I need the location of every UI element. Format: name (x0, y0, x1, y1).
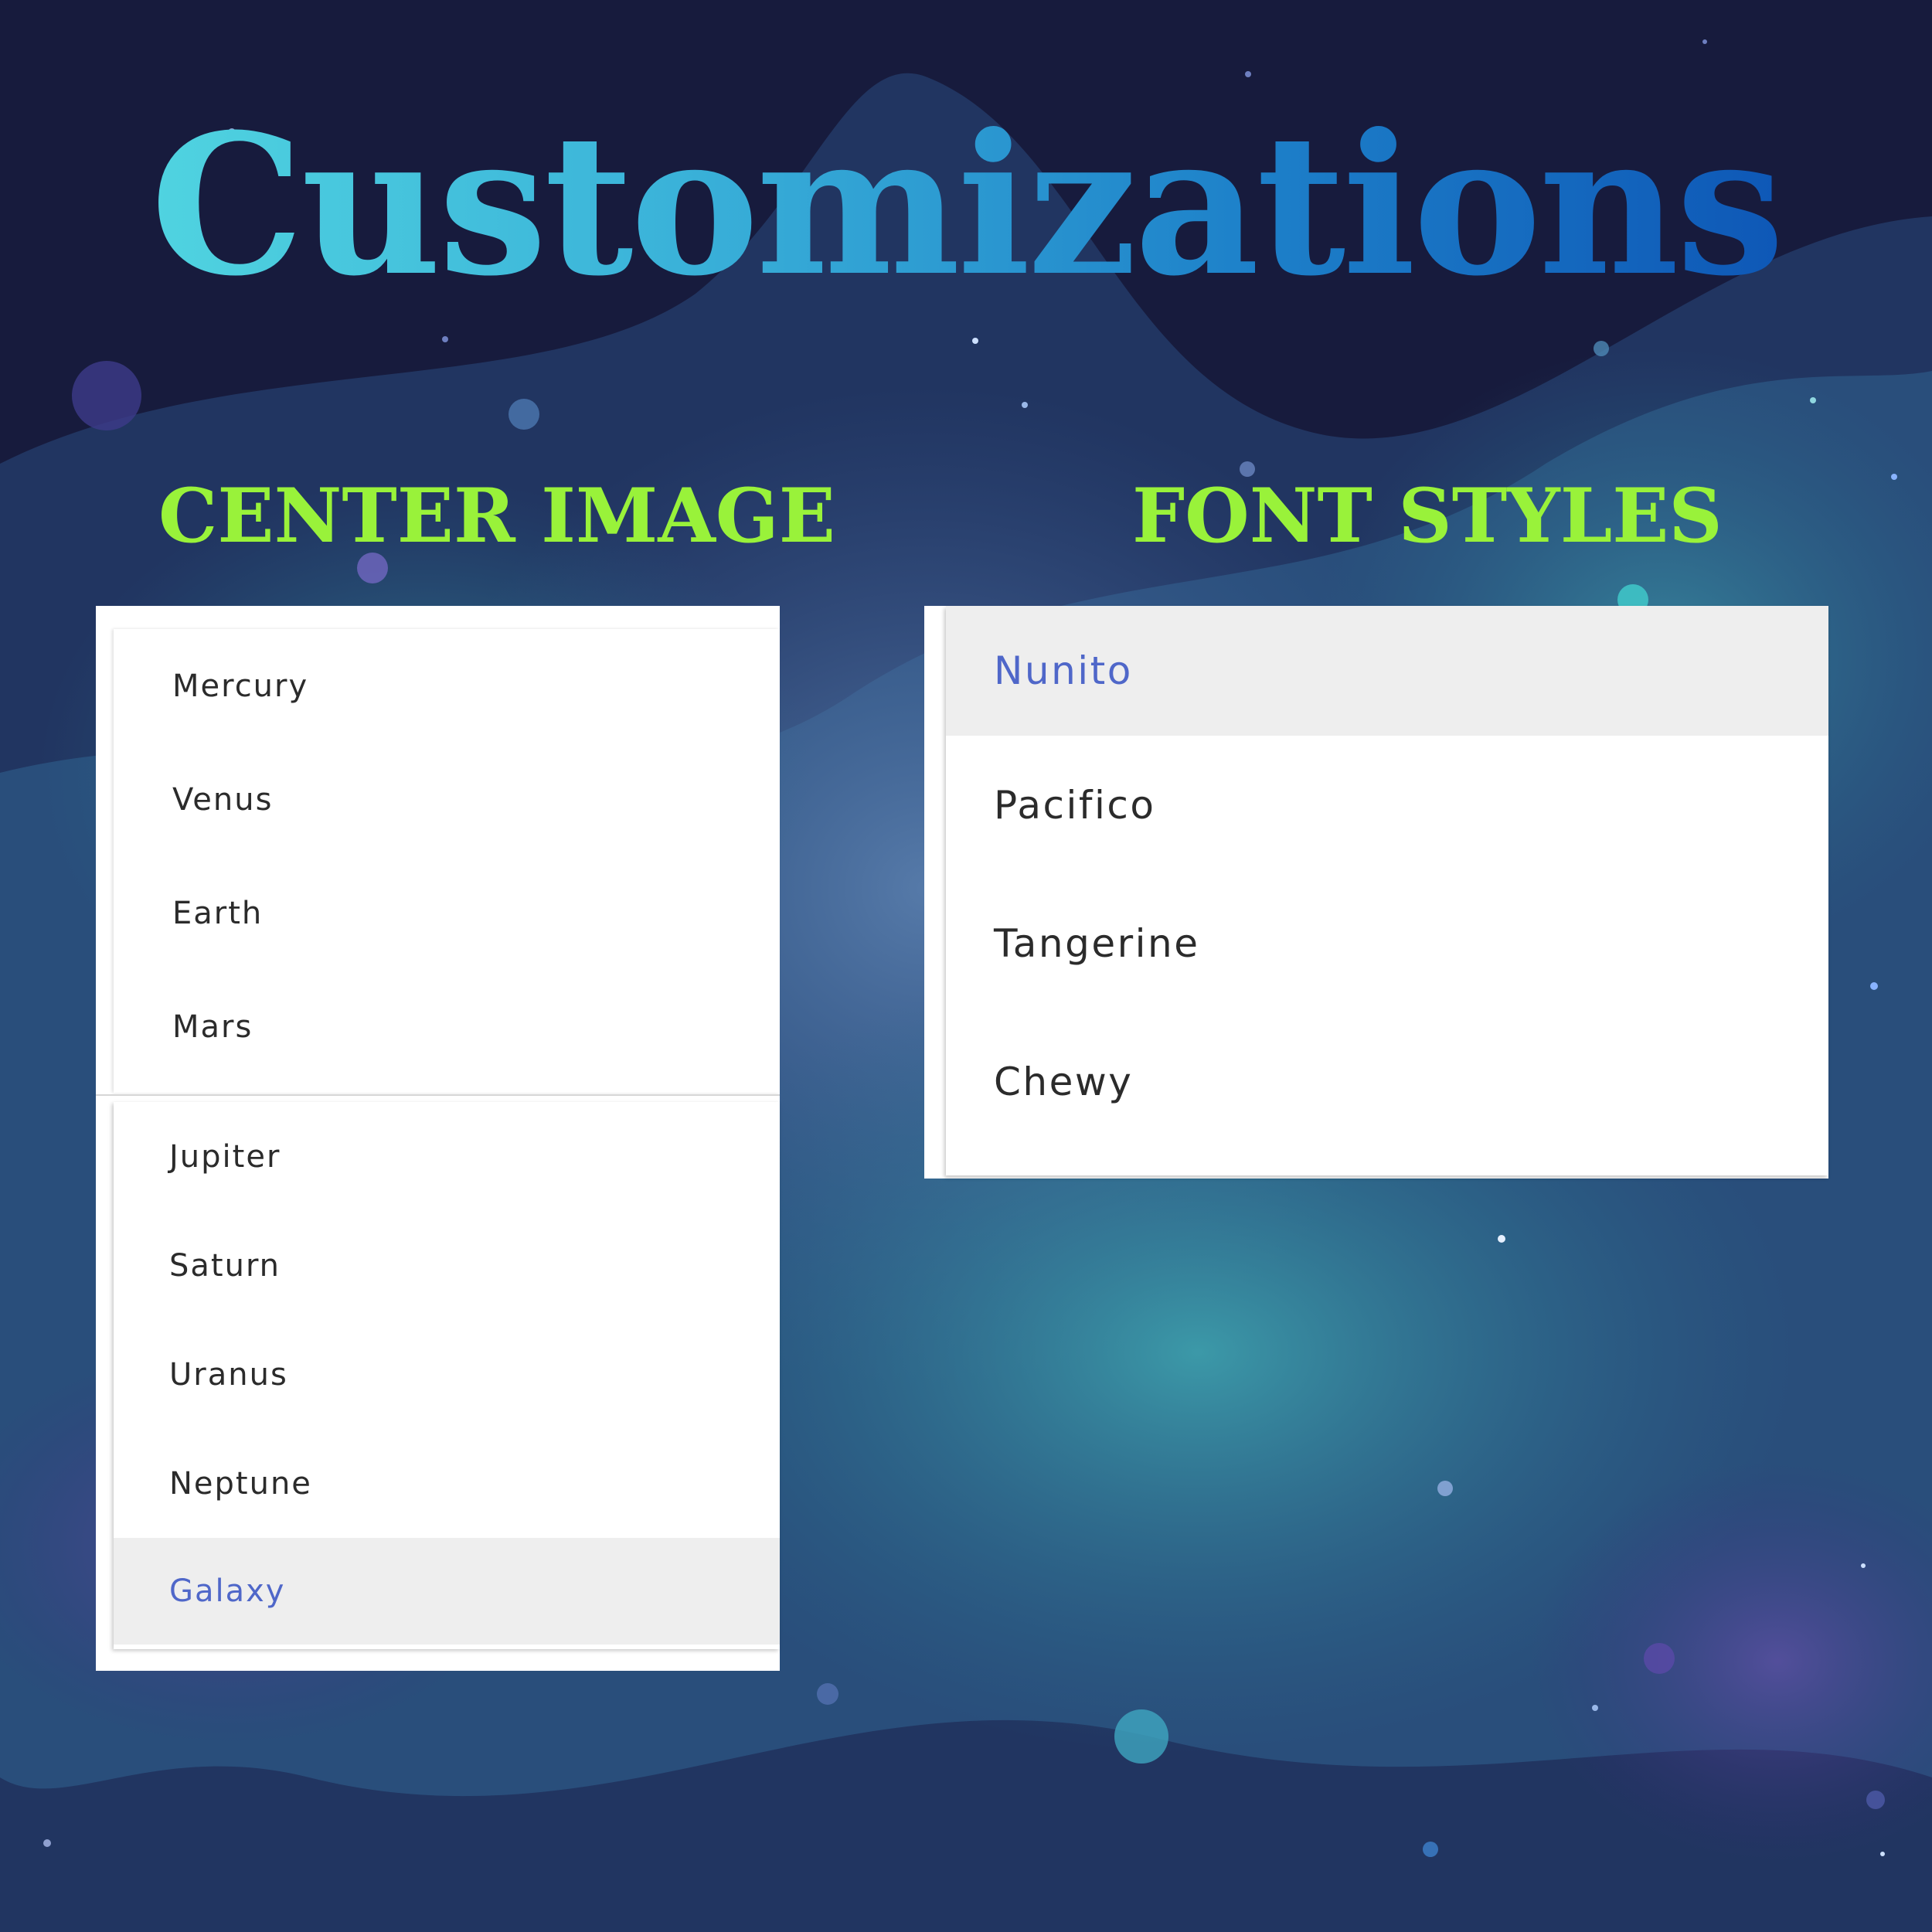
font-styles-panel: Nunito Pacifico Tangerine Chewy (924, 606, 1828, 1179)
menu-item-chewy[interactable]: Chewy (946, 1012, 1828, 1151)
menu-item-nunito[interactable]: Nunito (946, 606, 1828, 736)
font-styles-heading: FONT STYLES (1132, 472, 1723, 560)
page-title: Customizations (0, 108, 1932, 301)
menu-item-mercury[interactable]: Mercury (114, 629, 780, 743)
center-image-menu-bottom: Jupiter Saturn Uranus Neptune Galaxy (114, 1102, 780, 1649)
menu-item-pacifico[interactable]: Pacifico (946, 736, 1828, 874)
menu-item-tangerine[interactable]: Tangerine (946, 874, 1828, 1012)
center-image-heading: CENTER IMAGE (158, 472, 835, 560)
menu-divider (96, 1094, 780, 1096)
center-image-panel: Mercury Venus Earth Mars Jupiter Saturn … (96, 606, 780, 1671)
font-styles-menu: Nunito Pacifico Tangerine Chewy (946, 606, 1828, 1175)
menu-item-jupiter[interactable]: Jupiter (114, 1102, 780, 1211)
menu-item-mars[interactable]: Mars (114, 970, 780, 1083)
menu-item-earth[interactable]: Earth (114, 856, 780, 970)
menu-item-uranus[interactable]: Uranus (114, 1320, 780, 1429)
center-image-menu-top: Mercury Venus Earth Mars (114, 629, 780, 1093)
menu-item-neptune[interactable]: Neptune (114, 1429, 780, 1538)
menu-item-venus[interactable]: Venus (114, 743, 780, 856)
menu-item-saturn[interactable]: Saturn (114, 1211, 780, 1320)
menu-item-galaxy[interactable]: Galaxy (114, 1538, 780, 1645)
